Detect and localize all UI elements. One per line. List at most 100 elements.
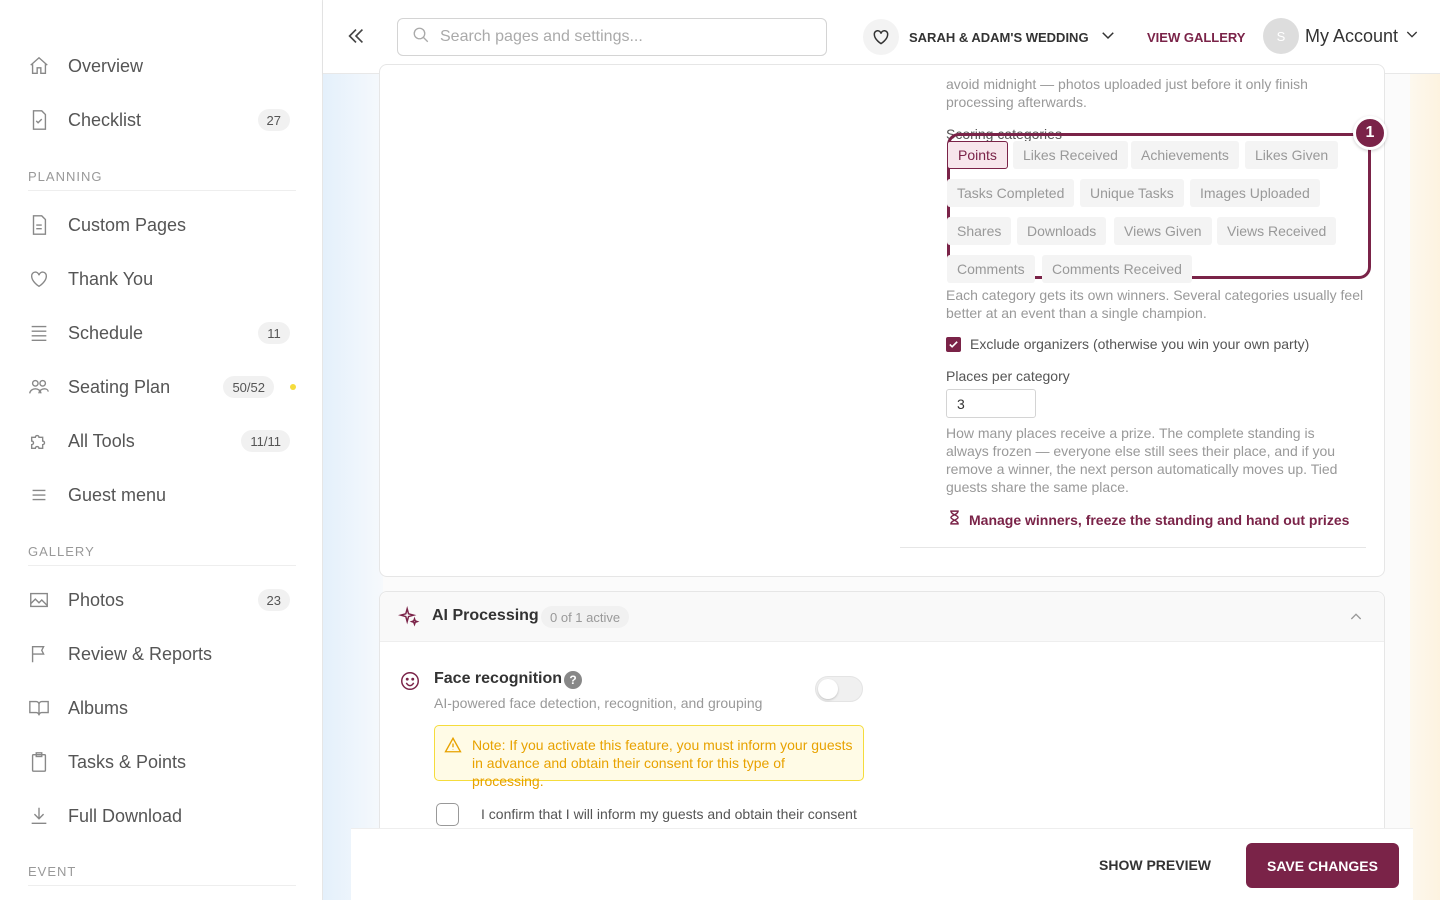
manage-winners-label: Manage winners, freeze the standing and … [969,512,1350,528]
sidebar-item-label: Thank You [68,268,154,289]
view-gallery-link[interactable]: VIEW GALLERY [1147,30,1245,45]
event-name: SARAH & ADAM'S WEDDING [909,29,1089,45]
face-recognition-title: Face recognition [434,670,563,687]
image-icon [28,588,60,612]
book-icon [28,696,60,720]
chevron-up-icon[interactable] [1348,609,1364,630]
sidebar-item-label: Custom Pages [68,214,187,235]
background-decoration [323,74,383,900]
face-icon [399,670,421,697]
sidebar: Overview Checklist 27 PLANNING Custom Pa… [0,0,323,900]
help-icon[interactable]: ? [564,671,582,689]
sidebar-item-label: Overview [68,55,144,76]
search-icon [412,26,430,49]
background-decoration [1410,74,1440,900]
category-chip-achievements[interactable]: Achievements [1131,141,1239,169]
section-title-gallery: GALLERY [28,544,296,566]
sidebar-item-label: Checklist [68,109,142,130]
places-help-text: How many places receive a prize. The com… [946,425,1338,495]
heart-icon [28,267,60,291]
face-recognition-toggle[interactable] [815,676,863,702]
account-menu[interactable]: S My Account [1263,18,1420,54]
category-chip-downloads[interactable]: Downloads [1017,217,1107,245]
intro-text: avoid midnight — photos uploaded just be… [946,76,1308,110]
category-chip-unique-tasks[interactable]: Unique Tasks [1080,179,1184,207]
count-badge: 23 [257,589,290,611]
category-chip-views-received[interactable]: Views Received [1217,217,1337,245]
sidebar-item-label: All Tools [68,430,135,451]
download-icon [28,804,60,828]
leaderboard-settings-card: avoid midnight — photos uploaded just be… [379,64,1387,577]
sidebar-item-full-download[interactable]: Full Download [28,796,294,836]
flag-icon [28,642,60,666]
sidebar-item-label: Albums [68,697,129,718]
sidebar-item-review-reports[interactable]: Review & Reports [28,634,294,674]
warning-icon [444,736,462,770]
sparkles-icon [397,605,420,633]
category-chip-comments-received[interactable]: Comments Received [1042,255,1192,283]
exclude-organizers-checkbox[interactable] [946,336,961,352]
sidebar-item-label: Guest menu [68,484,167,505]
sidebar-item-label: Schedule [68,322,144,343]
sidebar-item-label: Review & Reports [68,643,213,664]
topbar: SARAH & ADAM'S WEDDING VIEW GALLERY S My… [323,0,1440,74]
consent-checkbox[interactable] [436,803,459,826]
sidebar-item-schedule[interactable]: Schedule 11 [28,313,294,353]
ai-processing-header[interactable]: AI Processing 0 of 1 active [380,592,1384,642]
search-box[interactable] [397,18,827,56]
places-input[interactable]: 3 [946,389,1036,418]
sidebar-item-seating-plan[interactable]: Seating Plan 50/52 [28,367,296,407]
avatar: S [1263,18,1299,54]
sidebar-item-guest-menu[interactable]: Guest menu [28,475,294,515]
category-chip-views-given[interactable]: Views Given [1114,217,1212,245]
collapse-sidebar-icon[interactable] [345,25,367,52]
menu-icon [28,483,60,507]
warning-text: Note: If you activate this feature, you … [472,737,853,789]
ai-status-badge: 0 of 1 active [541,606,630,628]
warning-box: Note: If you activate this feature, you … [434,725,864,789]
sidebar-item-label: Photos [68,589,125,610]
category-help-text: Each category gets its own winners. Seve… [946,287,1364,321]
search-input[interactable] [440,28,800,46]
sidebar-item-custom-pages[interactable]: Custom Pages [28,205,294,245]
category-chip-comments[interactable]: Comments [947,255,1035,283]
sidebar-item-label: Seating Plan [68,376,171,397]
ai-processing-title: AI Processing [432,607,539,624]
category-chip-images-uploaded[interactable]: Images Uploaded [1190,179,1320,207]
sidebar-item-label: Tasks & Points [68,751,187,772]
show-preview-button[interactable]: SHOW PREVIEW [1099,857,1211,873]
sidebar-item-albums[interactable]: Albums [28,688,294,728]
status-dot [290,384,296,390]
face-recognition-desc: AI-powered face detection, recognition, … [434,695,763,711]
sidebar-item-thank-you[interactable]: Thank You [28,259,294,299]
sidebar-item-overview[interactable]: Overview [28,46,294,86]
section-title-planning: PLANNING [28,169,296,191]
sidebar-item-checklist[interactable]: Checklist 27 [28,100,294,140]
sidebar-item-all-tools[interactable]: All Tools 11/11 [28,421,294,461]
save-changes-button[interactable]: SAVE CHANGES [1246,843,1399,888]
main-content: avoid midnight — photos uploaded just be… [323,64,1440,900]
heart-icon [863,19,899,55]
count-badge: 27 [257,109,290,131]
checklist-icon [28,108,60,132]
sidebar-item-label: Full Download [68,805,183,826]
people-icon [28,375,60,399]
hourglass-icon [946,509,963,531]
manage-winners-link[interactable]: Manage winners, freeze the standing and … [946,509,1349,531]
category-chip-likes-received[interactable]: Likes Received [1013,141,1128,169]
chevron-down-icon [1099,26,1117,49]
step-marker: 1 [1353,116,1387,150]
category-chip-likes-given[interactable]: Likes Given [1245,141,1339,169]
count-badge: 11/11 [241,430,290,452]
puzzle-icon [28,429,60,453]
footer-bar: SHOW PREVIEW SAVE CHANGES [351,828,1413,900]
sidebar-item-tasks-points[interactable]: Tasks & Points [28,742,294,782]
category-chip-shares[interactable]: Shares [947,217,1012,245]
count-badge: 11 [258,322,290,344]
event-selector[interactable]: SARAH & ADAM'S WEDDING [863,18,1117,56]
sidebar-item-photos[interactable]: Photos 23 [28,580,294,620]
category-chip-points[interactable]: Points [947,141,1008,169]
section-title-event: EVENT [28,864,296,886]
page-icon [28,213,60,237]
category-chip-tasks-completed[interactable]: Tasks Completed [947,179,1075,207]
